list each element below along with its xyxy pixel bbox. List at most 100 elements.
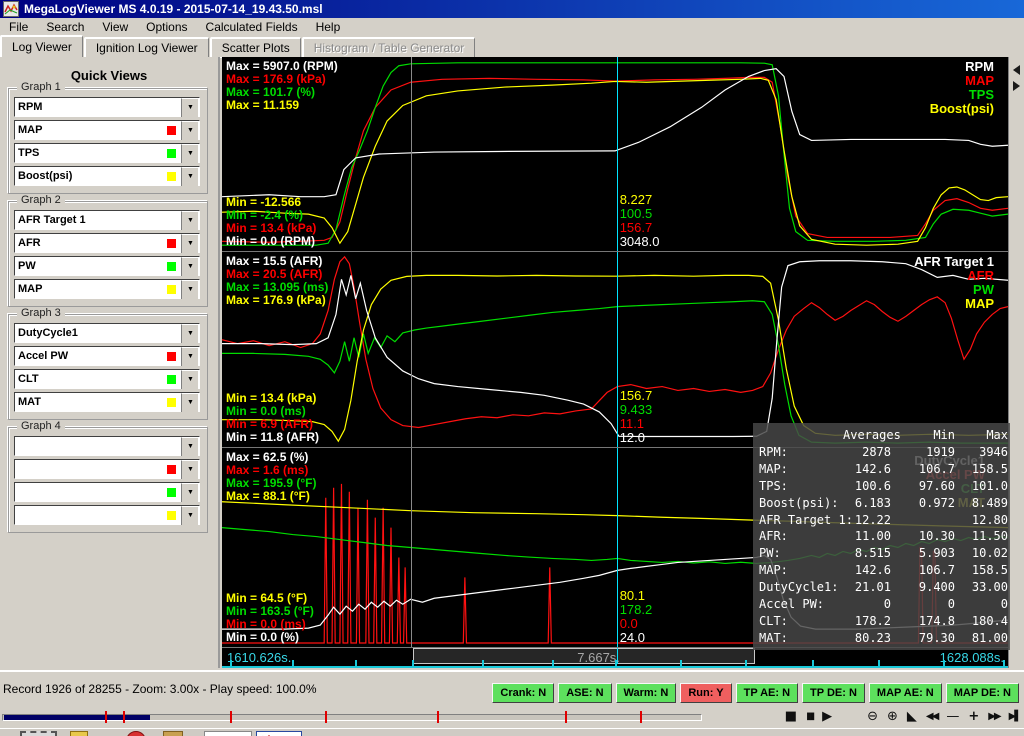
tab-ignition-log-viewer[interactable]: Ignition Log Viewer — [83, 37, 209, 57]
menu-bar: File Search View Options Calculated Fiel… — [0, 18, 1024, 36]
graph3-series4-select[interactable]: MAT ▼ — [14, 392, 200, 412]
chart-splitter[interactable] — [1008, 57, 1024, 668]
indicator-map-de: MAP DE: N — [945, 683, 1019, 703]
graph2-series4-select[interactable]: MAP ▼ — [14, 279, 200, 299]
go-end-button[interactable]: ▶▌ — [1009, 709, 1022, 725]
graph4-series1-select[interactable]: ▼ — [14, 436, 200, 456]
series-color-swatch — [167, 351, 176, 361]
menu-options[interactable]: Options — [137, 20, 196, 34]
menu-help[interactable]: Help — [307, 20, 350, 34]
series-color-swatch — [167, 238, 176, 248]
field-value: RPM — [18, 101, 43, 113]
graph3-series3-select[interactable]: CLT ▼ — [14, 369, 200, 389]
menu-search[interactable]: Search — [37, 20, 93, 34]
dropdown-arrow-icon[interactable]: ▼ — [181, 120, 199, 140]
menu-file[interactable]: File — [0, 20, 37, 34]
menu-view[interactable]: View — [93, 20, 137, 34]
play-button[interactable]: ▶ — [822, 709, 832, 725]
graph1-panel[interactable]: Max = 5907.0 (RPM) Max = 176.9 (kPa) Max… — [222, 57, 1008, 252]
timeline-start-time: 1610.626s. — [227, 650, 292, 665]
dropdown-arrow-icon[interactable]: ▼ — [181, 97, 199, 117]
stats-header-min: Min — [933, 428, 955, 442]
dropdown-arrow-icon[interactable]: ▼ — [181, 436, 199, 456]
graph2-series1-select[interactable]: AFR Target 1 ▼ — [14, 210, 200, 230]
dropdown-arrow-icon[interactable]: ▼ — [181, 279, 199, 299]
tab-histogram-table-generator[interactable]: Histogram / Table Generator — [301, 37, 476, 57]
taskbar-icon[interactable] — [70, 731, 88, 736]
dropdown-arrow-icon[interactable]: ▼ — [181, 233, 199, 253]
tab-log-viewer[interactable]: Log Viewer — [0, 35, 83, 57]
application-window: MegaLogViewer MS 4.0.19 - 2015-07-14_19.… — [0, 0, 1024, 736]
timeline-tick — [482, 660, 485, 666]
graph4-series2-select[interactable]: ▼ — [14, 459, 200, 479]
dropdown-arrow-icon[interactable]: ▼ — [181, 323, 199, 343]
dropdown-arrow-icon[interactable]: ▼ — [181, 210, 199, 230]
step-back-button[interactable]: ◀◀ — [926, 709, 939, 725]
timeline-scrollbar[interactable]: 1610.626s. 7.667s. 1628.088s. — [222, 648, 1008, 668]
timeline-tick — [680, 660, 683, 666]
taskbar-icon[interactable] — [126, 731, 146, 736]
dropdown-arrow-icon[interactable]: ▼ — [181, 166, 199, 186]
graph3-series2-select[interactable]: Accel PW ▼ — [14, 346, 200, 366]
event-mark — [565, 711, 567, 723]
stats-row: MAP: 142.6 106.7 158.5 — [759, 563, 1008, 578]
dropdown-arrow-icon[interactable]: ▼ — [181, 143, 199, 163]
cursor-value: 100.5 — [619, 206, 653, 221]
taskbar-icon[interactable] — [20, 731, 57, 736]
step-forward-button[interactable]: ▶▶ — [988, 709, 1001, 725]
playback-slider-handle[interactable] — [4, 715, 150, 720]
field-value: Boost(psi) — [18, 170, 73, 182]
indicator-tp-ae: TP AE: N — [735, 683, 799, 703]
taskbar-icon[interactable] — [163, 731, 183, 736]
dropdown-arrow-icon[interactable]: ▼ — [181, 482, 199, 502]
dropdown-arrow-icon[interactable]: ▼ — [181, 505, 199, 525]
series-color-swatch — [167, 171, 176, 181]
taskbar-window-button[interactable] — [256, 731, 302, 736]
graph2-series2-select[interactable]: AFR ▼ — [14, 233, 200, 253]
cursor-value: 12.0 — [619, 430, 646, 445]
span-plus-button[interactable]: + — [968, 709, 979, 725]
graph1-series3-select[interactable]: TPS ▼ — [14, 143, 200, 163]
taskbar-window-button[interactable] — [204, 731, 252, 736]
dropdown-arrow-icon[interactable]: ▼ — [181, 392, 199, 412]
tab-scatter-plots[interactable]: Scatter Plots — [209, 37, 301, 57]
dropdown-arrow-icon[interactable]: ▼ — [181, 459, 199, 479]
graph4-series4-select[interactable]: ▼ — [14, 505, 200, 525]
cursor-value: 80.1 — [619, 588, 646, 603]
min-label: Min = 11.8 (AFR) — [226, 430, 320, 444]
cursor-value: 9.433 — [619, 402, 653, 417]
graph1-series4-select[interactable]: Boost(psi) ▼ — [14, 166, 200, 186]
expand-right-icon[interactable] — [1013, 81, 1020, 91]
pause-button[interactable]: ▮▮ — [806, 709, 815, 725]
legend-item: RPM — [965, 59, 994, 74]
stats-row: TPS: 100.6 97.60 101.0 — [759, 478, 1008, 493]
graph1-series1-select[interactable]: RPM ▼ — [14, 97, 200, 117]
indicator-run: Run: Y — [680, 683, 732, 703]
fit-graph-button[interactable]: ◣ — [907, 709, 917, 725]
graph2-panel[interactable]: Max = 15.5 (AFR) Max = 20.5 (AFR) Max = … — [222, 252, 1008, 448]
timeline-tick — [942, 660, 945, 666]
cursor-line[interactable] — [616, 252, 618, 447]
span-minus-button[interactable]: — — [946, 709, 959, 725]
graph1-series2-select[interactable]: MAP ▼ — [14, 120, 200, 140]
graph1-cursor-values: 8.227 100.5 156.7 3048.0 — [620, 193, 660, 249]
series-color-swatch — [167, 487, 176, 497]
dropdown-arrow-icon[interactable]: ▼ — [181, 369, 199, 389]
zoom-out-button[interactable]: ⊖ — [867, 709, 878, 725]
stop-button[interactable]: ■ — [785, 709, 797, 725]
cursor-line[interactable] — [616, 57, 618, 251]
playback-slider[interactable] — [2, 714, 702, 721]
cursor-line[interactable] — [616, 448, 618, 647]
cursor-value: 178.2 — [619, 602, 653, 617]
zoom-in-button[interactable]: ⊕ — [887, 709, 898, 725]
dropdown-arrow-icon[interactable]: ▼ — [181, 346, 199, 366]
graph4-series3-select[interactable]: ▼ — [14, 482, 200, 502]
graph3-series1-select[interactable]: DutyCycle1 ▼ — [14, 323, 200, 343]
collapse-left-icon[interactable] — [1013, 65, 1020, 75]
dropdown-arrow-icon[interactable]: ▼ — [181, 256, 199, 276]
series-color-swatch — [167, 284, 176, 294]
graph2-series3-select[interactable]: PW ▼ — [14, 256, 200, 276]
menu-calculated-fields[interactable]: Calculated Fields — [197, 20, 307, 34]
timeline-tick — [615, 660, 617, 666]
stats-row: PW: 8.515 5.903 10.02 — [759, 546, 1008, 561]
